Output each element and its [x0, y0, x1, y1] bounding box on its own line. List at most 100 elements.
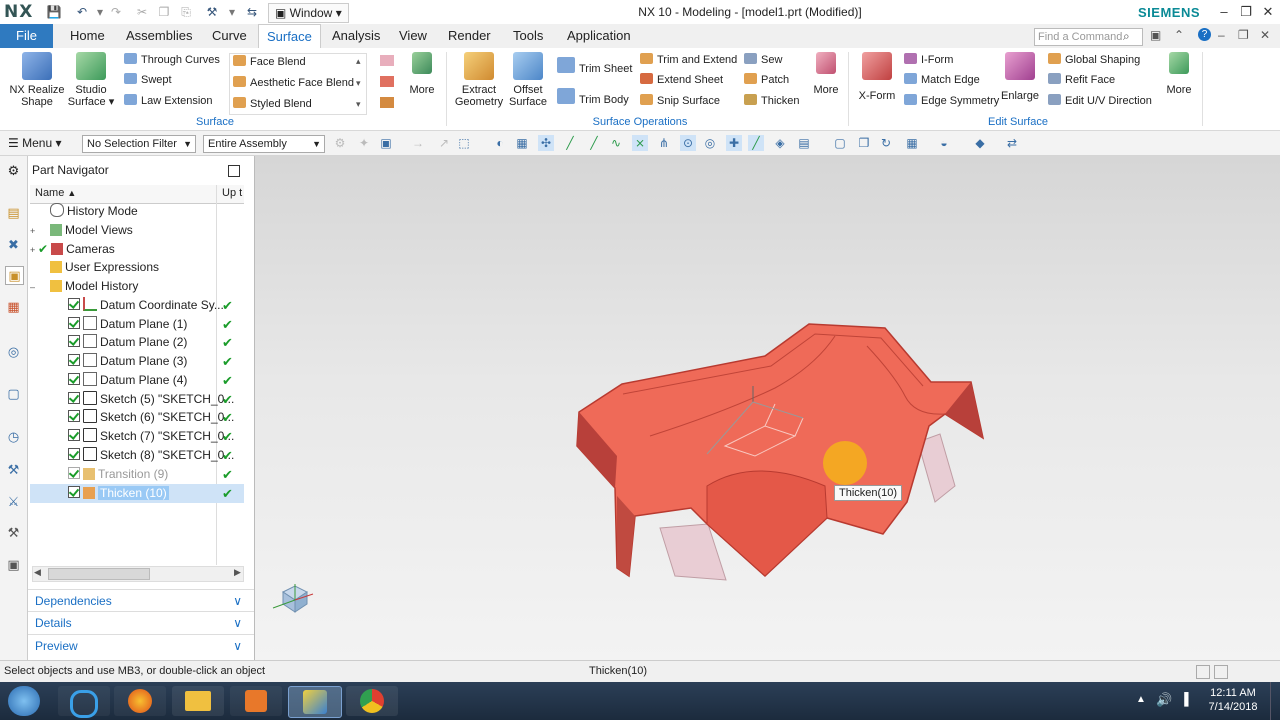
- nx-taskbar-icon[interactable]: [288, 686, 342, 718]
- x-form-button[interactable]: X-Form: [856, 52, 898, 102]
- taskbar-clock[interactable]: 12:11 AM 7/14/2018: [1200, 686, 1266, 714]
- law-extension-button[interactable]: Law Extension: [124, 92, 213, 110]
- visibility-checkbox[interactable]: [68, 317, 80, 329]
- visibility-checkbox[interactable]: [68, 354, 80, 366]
- cut-icon[interactable]: ✂: [134, 4, 150, 20]
- tree-row-sketch-5[interactable]: Sketch (5) "SKETCH_0... ✔: [30, 390, 244, 409]
- zoom-icon[interactable]: ❐: [856, 135, 872, 151]
- midpoint-snap-icon[interactable]: ╱: [586, 135, 602, 151]
- select-body-icon[interactable]: ✦: [356, 135, 372, 151]
- styled-blend-button[interactable]: Styled Blend: [233, 95, 312, 113]
- control-point-icon[interactable]: ⨯: [632, 135, 648, 151]
- point-on-curve-icon[interactable]: ╱: [748, 135, 764, 151]
- menu-button[interactable]: ☰ Menu ▾: [8, 135, 61, 151]
- tree-row-model-views[interactable]: + Model Views: [30, 221, 244, 240]
- internet-explorer-icon[interactable]: [58, 686, 110, 718]
- gallery-scroll-down-icon[interactable]: ▾: [356, 78, 361, 89]
- doc-minimize-icon[interactable]: –: [1218, 28, 1225, 42]
- web-browser-icon[interactable]: ◎: [5, 343, 22, 360]
- dependencies-panel[interactable]: Dependencies ∨: [28, 589, 254, 612]
- media-player-icon[interactable]: [230, 686, 282, 716]
- cube-view-icon[interactable]: ▦: [514, 135, 530, 151]
- patch-button[interactable]: Patch: [744, 71, 789, 89]
- settings-icon[interactable]: ⚙: [5, 162, 22, 179]
- match-edge-button[interactable]: Match Edge: [904, 71, 980, 89]
- tab-view[interactable]: View: [397, 24, 429, 48]
- direction-icon[interactable]: ↗: [436, 135, 452, 151]
- sew-button[interactable]: Sew: [744, 51, 782, 69]
- model-canvas[interactable]: [255, 156, 1280, 660]
- tree-row-datum-plane-3[interactable]: Datum Plane (3) ✔: [30, 352, 244, 371]
- rectangle-select-icon[interactable]: ⬚: [456, 135, 472, 151]
- history-icon[interactable]: ▢: [5, 385, 22, 402]
- trim-body-button[interactable]: Trim Body: [557, 88, 629, 106]
- file-explorer-icon[interactable]: [172, 686, 224, 716]
- edit-surface-more-button[interactable]: More: [1163, 52, 1195, 96]
- tab-render[interactable]: Render: [446, 24, 493, 48]
- process-studio-icon[interactable]: ⚒: [5, 461, 22, 478]
- surface-ops-more-button[interactable]: More: [810, 52, 842, 96]
- fit-view-icon[interactable]: ▢: [832, 135, 848, 151]
- scroll-left-icon[interactable]: ◀: [34, 567, 41, 578]
- chrome-icon[interactable]: [346, 686, 398, 716]
- tree-row-datum-plane-1[interactable]: Datum Plane (1) ✔: [30, 315, 244, 334]
- tree-row-transition-9[interactable]: Transition (9) ✔: [30, 465, 244, 484]
- extend-sheet-button[interactable]: Extend Sheet: [640, 71, 723, 89]
- repeat-dropdown-icon[interactable]: ▾: [224, 4, 240, 20]
- orient-view-icon[interactable]: ▦: [904, 135, 920, 151]
- tab-application[interactable]: Application: [565, 24, 633, 48]
- through-curves-button[interactable]: Through Curves: [124, 51, 220, 69]
- tree-row-thicken-10[interactable]: Thicken (10) ✔: [30, 484, 244, 503]
- extra-surface-icon-2[interactable]: [380, 76, 394, 87]
- trim-sheet-button[interactable]: Trim Sheet: [557, 57, 632, 75]
- select-object-icon[interactable]: ▣: [378, 135, 394, 151]
- restore-icon[interactable]: ❐: [1236, 4, 1256, 20]
- start-button-icon[interactable]: [8, 686, 40, 716]
- rotate-icon[interactable]: ↻: [878, 135, 894, 151]
- clock-icon[interactable]: ◷: [5, 428, 22, 445]
- scrollbar-thumb[interactable]: [48, 568, 150, 580]
- snip-surface-button[interactable]: Snip Surface: [640, 92, 720, 110]
- tree-row-datum-plane-2[interactable]: Datum Plane (2) ✔: [30, 333, 244, 352]
- existing-point-icon[interactable]: ✚: [726, 135, 742, 151]
- file-tab[interactable]: File: [0, 24, 53, 48]
- show-desktop-button[interactable]: [1270, 682, 1280, 720]
- expand-icon[interactable]: +: [30, 222, 38, 241]
- visibility-checkbox[interactable]: [68, 486, 80, 498]
- aesthetic-face-blend-button[interactable]: Aesthetic Face Blend: [233, 74, 354, 92]
- tree-row-user-expressions[interactable]: User Expressions: [30, 258, 244, 277]
- tab-assemblies[interactable]: Assemblies: [124, 24, 194, 48]
- search-icon[interactable]: ⌕: [1123, 29, 1130, 44]
- firefox-icon[interactable]: [114, 686, 166, 716]
- full-screen-icon[interactable]: [1214, 665, 1228, 679]
- roles-icon[interactable]: ⚒: [5, 524, 22, 541]
- tree-row-sketch-7[interactable]: Sketch (7) "SKETCH_0... ✔: [30, 427, 244, 446]
- paste-icon[interactable]: ⎘: [178, 4, 194, 20]
- panel-icon[interactable]: ▣: [1150, 28, 1161, 42]
- face-blend-button[interactable]: Face Blend: [233, 53, 306, 71]
- tree-row-model-history[interactable]: – Model History: [30, 277, 244, 296]
- visibility-checkbox[interactable]: [68, 448, 80, 460]
- global-shaping-button[interactable]: Global Shaping: [1048, 51, 1140, 69]
- visibility-checkbox[interactable]: [68, 335, 80, 347]
- constraint-navigator-icon[interactable]: ✖: [5, 236, 22, 253]
- trim-and-extend-button[interactable]: Trim and Extend: [640, 51, 737, 69]
- intersection-icon[interactable]: ⋔: [656, 135, 672, 151]
- show-hide-icon[interactable]: ⇄: [1004, 135, 1020, 151]
- minimize-icon[interactable]: –: [1214, 4, 1234, 20]
- tree-row-cameras[interactable]: + ✔ Cameras: [30, 240, 244, 259]
- tree-row-datum-csys[interactable]: Datum Coordinate Sy... ✔: [30, 296, 244, 315]
- offset-surface-button[interactable]: Offset Surface: [506, 52, 550, 108]
- visibility-checkbox[interactable]: [68, 392, 80, 404]
- collapse-icon[interactable]: –: [30, 278, 38, 297]
- edge-symmetry-button[interactable]: Edge Symmetry: [904, 92, 999, 110]
- visibility-checkbox[interactable]: [68, 429, 80, 441]
- repeat-command-icon[interactable]: ⚒: [204, 4, 220, 20]
- save-icon[interactable]: 💾: [46, 4, 62, 20]
- manufacturing-wizard-icon[interactable]: ⚔: [5, 493, 22, 510]
- tree-row-datum-plane-4[interactable]: Datum Plane (4) ✔: [30, 371, 244, 390]
- assembly-navigator-icon[interactable]: ▤: [5, 204, 22, 221]
- part-navigator-icon[interactable]: ▣: [5, 266, 24, 285]
- column-header-up-to-date[interactable]: Up t: [222, 187, 242, 199]
- maximize-panel-icon[interactable]: [228, 165, 240, 177]
